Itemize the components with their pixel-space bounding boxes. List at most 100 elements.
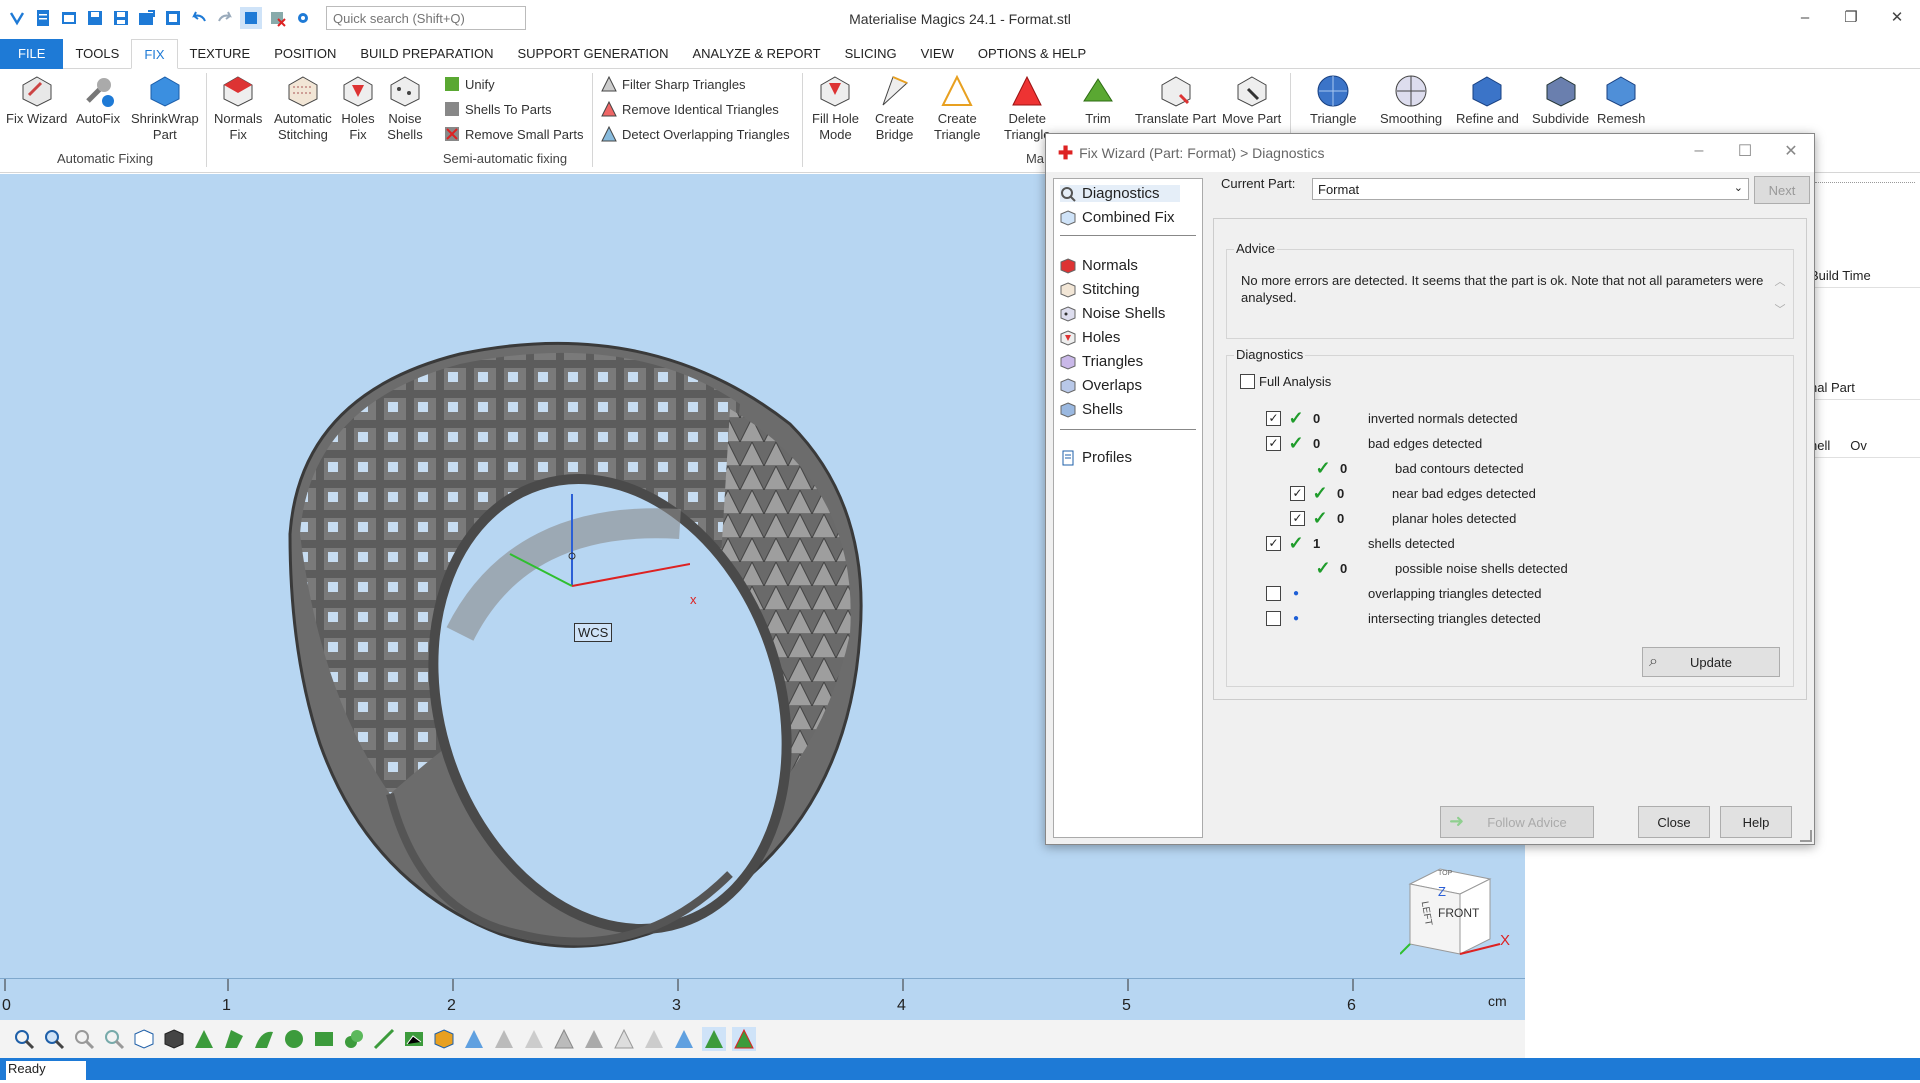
nav-normals[interactable]: Normals (1060, 257, 1138, 274)
open-file-icon[interactable] (58, 7, 80, 29)
mark-plane-icon[interactable] (222, 1027, 246, 1051)
unify-button[interactable]: Unify (443, 75, 495, 93)
view-cube[interactable]: TOP LEFT FRONT Z X (1399, 864, 1510, 955)
build-time-row[interactable]: Build Time (1810, 264, 1920, 288)
tab-position[interactable]: POSITION (262, 39, 348, 69)
full-analysis-checkbox-row[interactable]: Full Analysis (1240, 371, 1331, 391)
holes-fix-button[interactable]: Holes Fix (340, 73, 376, 143)
subdivide-button[interactable]: Subdivide (1532, 73, 1589, 127)
zoom-all-icon[interactable] (72, 1027, 96, 1051)
nav-triangles[interactable]: Triangles (1060, 353, 1143, 370)
filter-sharp-triangles-button[interactable]: Filter Sharp Triangles (600, 75, 746, 93)
quick-search-input[interactable] (326, 6, 526, 30)
save-as-icon[interactable] (110, 7, 132, 29)
redo-icon[interactable] (214, 7, 236, 29)
zoom-icon[interactable] (12, 1027, 36, 1051)
zoom-selection-icon[interactable] (102, 1027, 126, 1051)
fill-hole-mode-button[interactable]: Fill Hole Mode (812, 73, 859, 143)
invert-marking-icon[interactable] (522, 1027, 546, 1051)
expand-marking-icon[interactable] (492, 1027, 516, 1051)
tab-fix[interactable]: FIX (131, 38, 178, 69)
refine-and-smooth-button[interactable]: Refine and (1456, 73, 1519, 127)
mark-surface-icon[interactable] (252, 1027, 276, 1051)
mark-contour-icon[interactable] (342, 1027, 366, 1051)
nav-shells[interactable]: Shells (1060, 401, 1123, 418)
resize-grip-icon[interactable] (1800, 830, 1812, 842)
deselect-part-icon[interactable] (266, 7, 288, 29)
remove-identical-triangles-button[interactable]: Remove Identical Triangles (600, 100, 779, 118)
close-button[interactable]: Close (1638, 806, 1710, 838)
mark-line-icon[interactable] (372, 1027, 396, 1051)
minimize-icon[interactable]: – (1782, 0, 1828, 34)
fix-wizard-button[interactable]: Fix Wizard (6, 73, 67, 127)
diag-checkbox[interactable]: ✓ (1290, 485, 1305, 501)
part-select-icon[interactable] (432, 1027, 456, 1051)
mark-icon[interactable] (612, 1027, 636, 1051)
marking-mode-icon[interactable] (702, 1027, 726, 1051)
dialog-close-icon[interactable]: ✕ (1768, 134, 1814, 168)
tab-support-generation[interactable]: SUPPORT GENERATION (506, 39, 681, 69)
unmark-icon[interactable] (462, 1027, 486, 1051)
diag-checkbox[interactable]: ✓ (1266, 535, 1281, 551)
translate-part-button[interactable]: Translate Part (1135, 73, 1216, 127)
autofix-button[interactable]: AutoFix (76, 73, 120, 127)
new-file-icon[interactable] (32, 7, 54, 29)
mark-box-icon[interactable] (312, 1027, 336, 1051)
create-triangle-button[interactable]: Create Triangle (934, 73, 980, 143)
nav-holes[interactable]: Holes (1060, 329, 1120, 346)
dialog-maximize-icon[interactable]: ☐ (1722, 134, 1768, 168)
move-part-button[interactable]: Move Part (1222, 73, 1281, 127)
current-part-select[interactable]: Format ⌄ (1312, 178, 1749, 200)
help-button[interactable]: Help (1720, 806, 1792, 838)
mark-all-icon[interactable] (552, 1027, 576, 1051)
dialog-minimize-icon[interactable]: – (1676, 134, 1722, 168)
next-button[interactable]: Next (1754, 176, 1810, 204)
shell-row[interactable]: hell Ov (1810, 434, 1920, 458)
diag-checkbox[interactable]: ✓ (1266, 435, 1281, 451)
nav-noise-shells[interactable]: Noise Shells (1060, 305, 1165, 322)
view-cube-icon[interactable] (132, 1027, 156, 1051)
mark-connected-icon[interactable] (582, 1027, 606, 1051)
select-part-icon[interactable] (240, 7, 262, 29)
tab-slicing[interactable]: SLICING (833, 39, 909, 69)
mark-edge-icon[interactable] (672, 1027, 696, 1051)
marking-color-icon[interactable] (732, 1027, 756, 1051)
diag-checkbox[interactable]: ✓ (1290, 510, 1305, 526)
full-analysis-checkbox[interactable] (1240, 373, 1255, 389)
import-icon[interactable] (136, 7, 158, 29)
follow-advice-button[interactable]: ➜ Follow Advice (1440, 806, 1594, 838)
triangle-reduction-button[interactable]: Triangle (1310, 73, 1356, 127)
delete-triangle-button[interactable]: Delete Triangle (1004, 73, 1050, 143)
app-logo-icon[interactable] (6, 7, 28, 29)
tab-view[interactable]: VIEW (909, 39, 966, 69)
tab-options-help[interactable]: OPTIONS & HELP (966, 39, 1098, 69)
shrinkwrap-part-button[interactable]: ShrinkWrap Part (131, 73, 199, 143)
close-window-icon[interactable]: ✕ (1874, 0, 1920, 34)
nal-part-row[interactable]: nal Part (1810, 376, 1920, 400)
automatic-stitching-button[interactable]: Automatic Stitching (274, 73, 332, 143)
tab-tools[interactable]: TOOLS (63, 39, 131, 69)
shaded-view-icon[interactable] (162, 1027, 186, 1051)
normals-fix-button[interactable]: Normals Fix (214, 73, 262, 143)
undo-icon[interactable] (188, 7, 210, 29)
detect-overlapping-triangles-button[interactable]: Detect Overlapping Triangles (600, 125, 790, 143)
diag-checkbox[interactable] (1266, 610, 1281, 626)
nav-combined-fix[interactable]: Combined Fix (1060, 209, 1175, 226)
tab-build-preparation[interactable]: BUILD PREPARATION (348, 39, 505, 69)
nav-overlaps[interactable]: Overlaps (1060, 377, 1142, 394)
tab-analyze-report[interactable]: ANALYZE & REPORT (680, 39, 832, 69)
mark-triangles-icon[interactable] (642, 1027, 666, 1051)
remesh-button[interactable]: Remesh (1597, 73, 1645, 127)
update-button[interactable]: ⌕ Update (1642, 647, 1780, 677)
diag-checkbox[interactable] (1266, 585, 1281, 601)
ring-model[interactable] (260, 274, 1160, 994)
mark-area-icon[interactable] (402, 1027, 426, 1051)
noise-shells-button[interactable]: Noise Shells (387, 73, 423, 143)
trim-button[interactable]: Trim (1080, 73, 1116, 127)
remove-small-parts-button[interactable]: Remove Small Parts (443, 125, 583, 143)
tab-texture[interactable]: TEXTURE (178, 39, 263, 69)
diag-checkbox[interactable]: ✓ (1266, 410, 1281, 426)
nav-profiles[interactable]: Profiles (1060, 449, 1132, 466)
create-bridge-button[interactable]: Create Bridge (875, 73, 914, 143)
nav-diagnostics[interactable]: Diagnostics (1060, 185, 1180, 202)
